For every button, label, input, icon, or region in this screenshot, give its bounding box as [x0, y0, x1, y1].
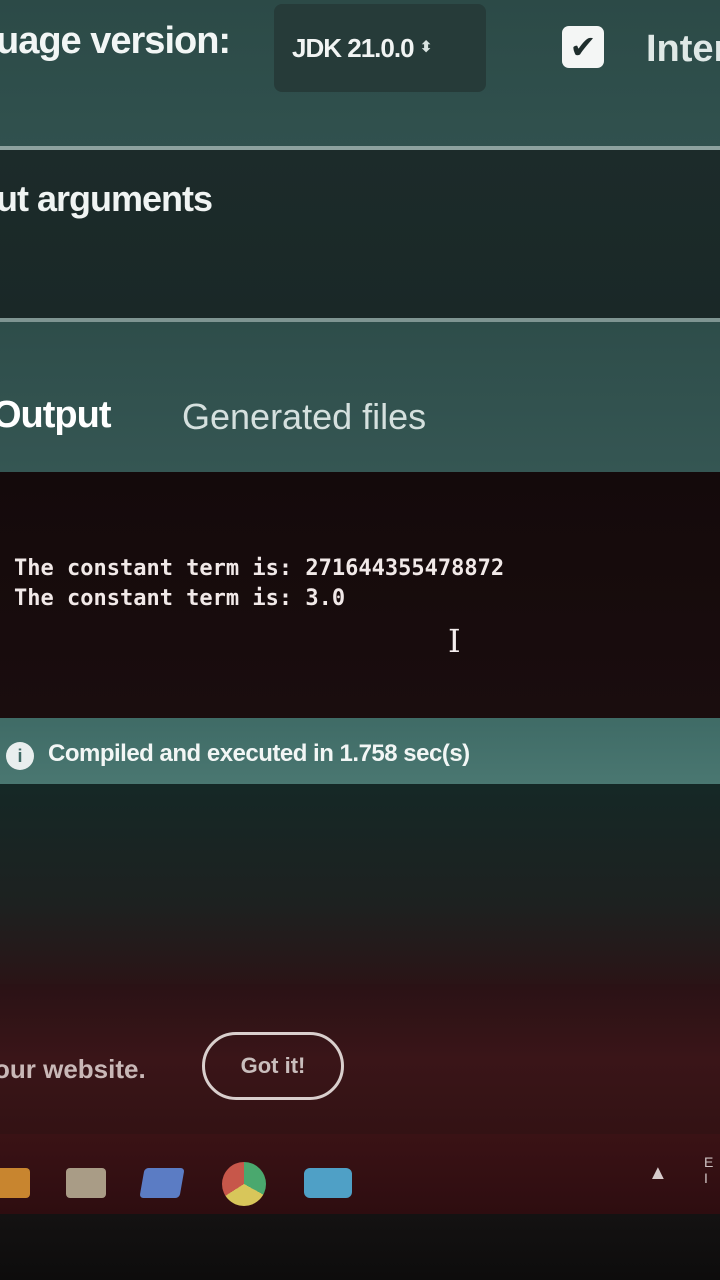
chrome-icon[interactable] [222, 1162, 266, 1206]
cookie-banner-text: our website. [0, 1054, 146, 1084]
jdk-version-value: JDK 21.0.0 [292, 32, 415, 63]
input-arguments-label: ut arguments [0, 178, 213, 219]
interactive-checkbox[interactable]: ✔ [562, 26, 604, 68]
console-line: The constant term is: 3.0 [14, 586, 346, 611]
execution-status-text: Compiled and executed in 1.758 sec(s) [48, 740, 470, 767]
monitor-bezel [0, 1214, 720, 1280]
console-line: The constant term is: 271644355478872 [14, 556, 505, 581]
got-it-button[interactable]: Got it! [202, 1032, 344, 1100]
jdk-version-select[interactable]: JDK 21.0.0 ⬍ [274, 4, 486, 92]
store-icon[interactable] [66, 1168, 106, 1198]
tab-output[interactable]: Output [0, 394, 112, 437]
folder-icon[interactable] [0, 1168, 30, 1198]
info-icon: i [6, 742, 34, 770]
language-version-label: uage version: [0, 20, 231, 62]
input-arguments-panel[interactable]: ut arguments [0, 150, 720, 320]
cookie-banner: our website. Got it! [0, 984, 720, 1134]
execution-status-bar: i Compiled and executed in 1.758 sec(s) [0, 718, 720, 784]
page-background [0, 784, 720, 984]
interactive-label: Inter [646, 28, 720, 70]
select-updown-icon: ⬍ [419, 39, 433, 56]
settings-bar: uage version: JDK 21.0.0 ⬍ ✔ Inter [0, 0, 720, 148]
tray-text: E I [704, 1154, 714, 1186]
output-console[interactable]: The constant term is: 271644355478872 Th… [0, 472, 720, 718]
checkmark-icon: ✔ [569, 29, 597, 65]
tray-chevron-icon[interactable]: ▲ [648, 1162, 668, 1185]
output-tabs: Output Generated files [0, 322, 720, 472]
tab-generated-files[interactable]: Generated files [182, 396, 426, 438]
mail-icon[interactable] [304, 1168, 352, 1198]
photos-icon[interactable] [139, 1168, 185, 1198]
os-taskbar: ▲ E I [0, 1134, 720, 1214]
text-cursor-icon: I [448, 622, 461, 660]
